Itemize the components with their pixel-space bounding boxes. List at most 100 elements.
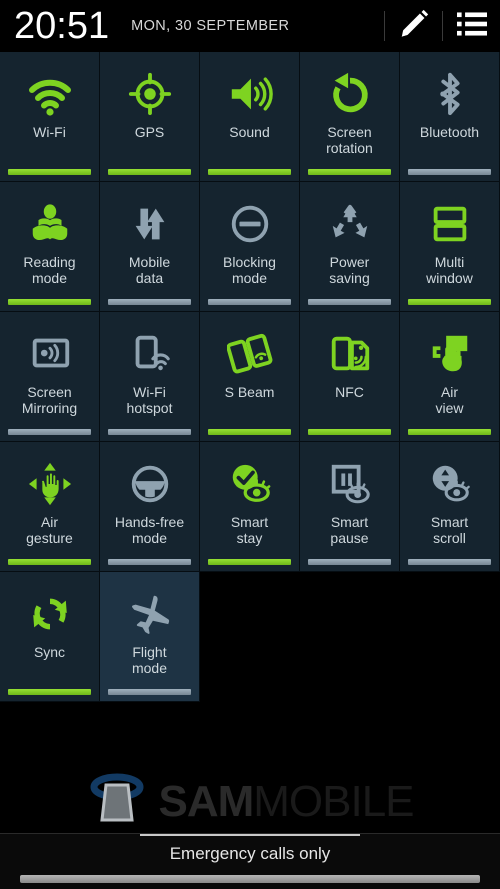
- toggle-state-indicator: [208, 299, 291, 305]
- toggle-label: Sound: [229, 124, 270, 140]
- toggle-state-indicator: [408, 559, 491, 565]
- toggle-label: Screen Mirroring: [21, 384, 78, 416]
- pencil-icon: [397, 7, 431, 46]
- watermark-text: SAMMOBILE: [158, 776, 414, 826]
- toggle-tile-screen-mirroring[interactable]: Screen Mirroring: [0, 312, 100, 442]
- toggle-tile-wi-fi[interactable]: Wi-Fi: [0, 52, 100, 182]
- sync-icon: [27, 588, 73, 640]
- toggle-label: Bluetooth: [419, 124, 480, 140]
- toggle-label: Multi window: [426, 254, 473, 286]
- nfc-icon: [327, 328, 373, 380]
- toggle-tile-gps[interactable]: GPS: [100, 52, 200, 182]
- air-view-icon: [427, 328, 473, 380]
- toggle-state-indicator: [208, 559, 291, 565]
- wifi-icon: [26, 68, 74, 120]
- toggle-label: Wi-Fi hotspot: [126, 384, 173, 416]
- toggle-state-indicator: [308, 559, 391, 565]
- toggle-label: Screen rotation: [326, 124, 373, 156]
- toggle-tile-bluetooth[interactable]: Bluetooth: [400, 52, 500, 182]
- toggle-tile-empty: [200, 572, 300, 702]
- toggle-state-indicator: [308, 169, 391, 175]
- toggle-tile-empty: [300, 572, 400, 702]
- toggle-state-indicator: [408, 299, 491, 305]
- screen-mirroring-icon: [27, 328, 73, 380]
- watermark-logo-icon: [86, 770, 148, 833]
- toggle-state-indicator: [408, 169, 491, 175]
- toggle-tile-smart-pause[interactable]: Smart pause: [300, 442, 400, 572]
- mobile-data-icon: [127, 198, 173, 250]
- toggle-label: Smart stay: [230, 514, 269, 546]
- toggle-tile-air-view[interactable]: Air view: [400, 312, 500, 442]
- toggle-state-indicator: [8, 559, 91, 565]
- toggle-state-indicator: [8, 689, 91, 695]
- toggle-label: Smart scroll: [430, 514, 469, 546]
- toggle-tile-reading-mode[interactable]: Reading mode: [0, 182, 100, 312]
- toggle-label: NFC: [335, 384, 364, 400]
- toggle-grid: Wi-Fi GPS Sound Screen rotation Bluetooth Read…: [0, 52, 500, 702]
- wifi-hotspot-icon: [127, 328, 173, 380]
- toggle-label: Flight mode: [131, 644, 168, 676]
- toggle-label: Air view: [435, 384, 464, 416]
- toggle-state-indicator: [208, 429, 291, 435]
- toggle-label: Smart pause: [330, 514, 369, 546]
- toggle-tile-flight-mode[interactable]: Flight mode: [100, 572, 200, 702]
- toggle-state-indicator: [108, 559, 191, 565]
- toggle-label: Blocking mode: [223, 254, 276, 286]
- toggle-tile-power-saving[interactable]: Power saving: [300, 182, 400, 312]
- toggle-state-indicator: [108, 299, 191, 305]
- toggle-tile-mobile-data[interactable]: Mobile data: [100, 182, 200, 312]
- watermark-brand-light: MOBILE: [253, 776, 414, 826]
- toggle-tile-smart-stay[interactable]: Smart stay: [200, 442, 300, 572]
- toggle-tile-screen-rotation[interactable]: Screen rotation: [300, 52, 400, 182]
- toggle-tile-air-gesture[interactable]: Air gesture: [0, 442, 100, 572]
- sound-icon: [227, 68, 273, 120]
- list-icon: [456, 11, 487, 42]
- toggle-tile-s-beam[interactable]: S Beam: [200, 312, 300, 442]
- toggle-label: Sync: [33, 644, 66, 660]
- toggle-tile-multi-window[interactable]: Multi window: [400, 182, 500, 312]
- panel-drag-handle[interactable]: [20, 875, 480, 883]
- toggle-label: Mobile data: [128, 254, 171, 286]
- toggle-tile-hands-free-mode[interactable]: Hands-free mode: [100, 442, 200, 572]
- hands-free-mode-icon: [127, 458, 173, 510]
- smart-stay-icon: [227, 458, 273, 510]
- gps-icon: [127, 68, 173, 120]
- toggle-label: Wi-Fi: [33, 124, 66, 140]
- status-bar: 20:51 MON, 30 SEPTEMBER: [0, 0, 500, 52]
- toggle-tile-sound[interactable]: Sound: [200, 52, 300, 182]
- toggle-label: Hands-free mode: [114, 514, 185, 546]
- screen-rotation-icon: [327, 68, 373, 120]
- reading-mode-icon: [27, 198, 73, 250]
- toggle-state-indicator: [8, 169, 91, 175]
- toggle-label: Reading mode: [23, 254, 76, 286]
- bottom-bar: Emergency calls only: [0, 833, 500, 889]
- toggle-state-indicator: [8, 429, 91, 435]
- toggle-tile-empty: [400, 572, 500, 702]
- flight-mode-icon: [127, 588, 173, 640]
- quick-settings-screen: 20:51 MON, 30 SEPTEMBER Wi-Fi GPS Sound …: [0, 0, 500, 889]
- toggle-tile-wi-fi-hotspot[interactable]: Wi-Fi hotspot: [100, 312, 200, 442]
- toggle-label: GPS: [134, 124, 165, 140]
- toggle-label: Power saving: [329, 254, 370, 286]
- status-bar-actions: [384, 0, 500, 52]
- emergency-status-text: Emergency calls only: [169, 844, 331, 863]
- smart-pause-icon: [327, 458, 373, 510]
- status-bar-date: MON, 30 SEPTEMBER: [131, 18, 290, 34]
- toggle-tile-smart-scroll[interactable]: Smart scroll: [400, 442, 500, 572]
- bluetooth-icon: [427, 68, 473, 120]
- toggle-state-indicator: [408, 429, 491, 435]
- toggle-label: S Beam: [224, 384, 275, 400]
- toggle-state-indicator: [8, 299, 91, 305]
- toggle-tile-sync[interactable]: Sync: [0, 572, 100, 702]
- watermark-brand-bold: SAM: [158, 776, 254, 826]
- blocking-mode-icon: [227, 198, 273, 250]
- toggle-state-indicator: [108, 689, 191, 695]
- edit-toggles-button[interactable]: [385, 0, 442, 52]
- toggle-tile-blocking-mode[interactable]: Blocking mode: [200, 182, 300, 312]
- toggle-state-indicator: [308, 299, 391, 305]
- toggle-tile-nfc[interactable]: NFC: [300, 312, 400, 442]
- smart-scroll-icon: [427, 458, 473, 510]
- notifications-list-button[interactable]: [443, 0, 500, 52]
- toggle-state-indicator: [108, 169, 191, 175]
- watermark-logo-row: SAMMOBILE: [86, 770, 415, 833]
